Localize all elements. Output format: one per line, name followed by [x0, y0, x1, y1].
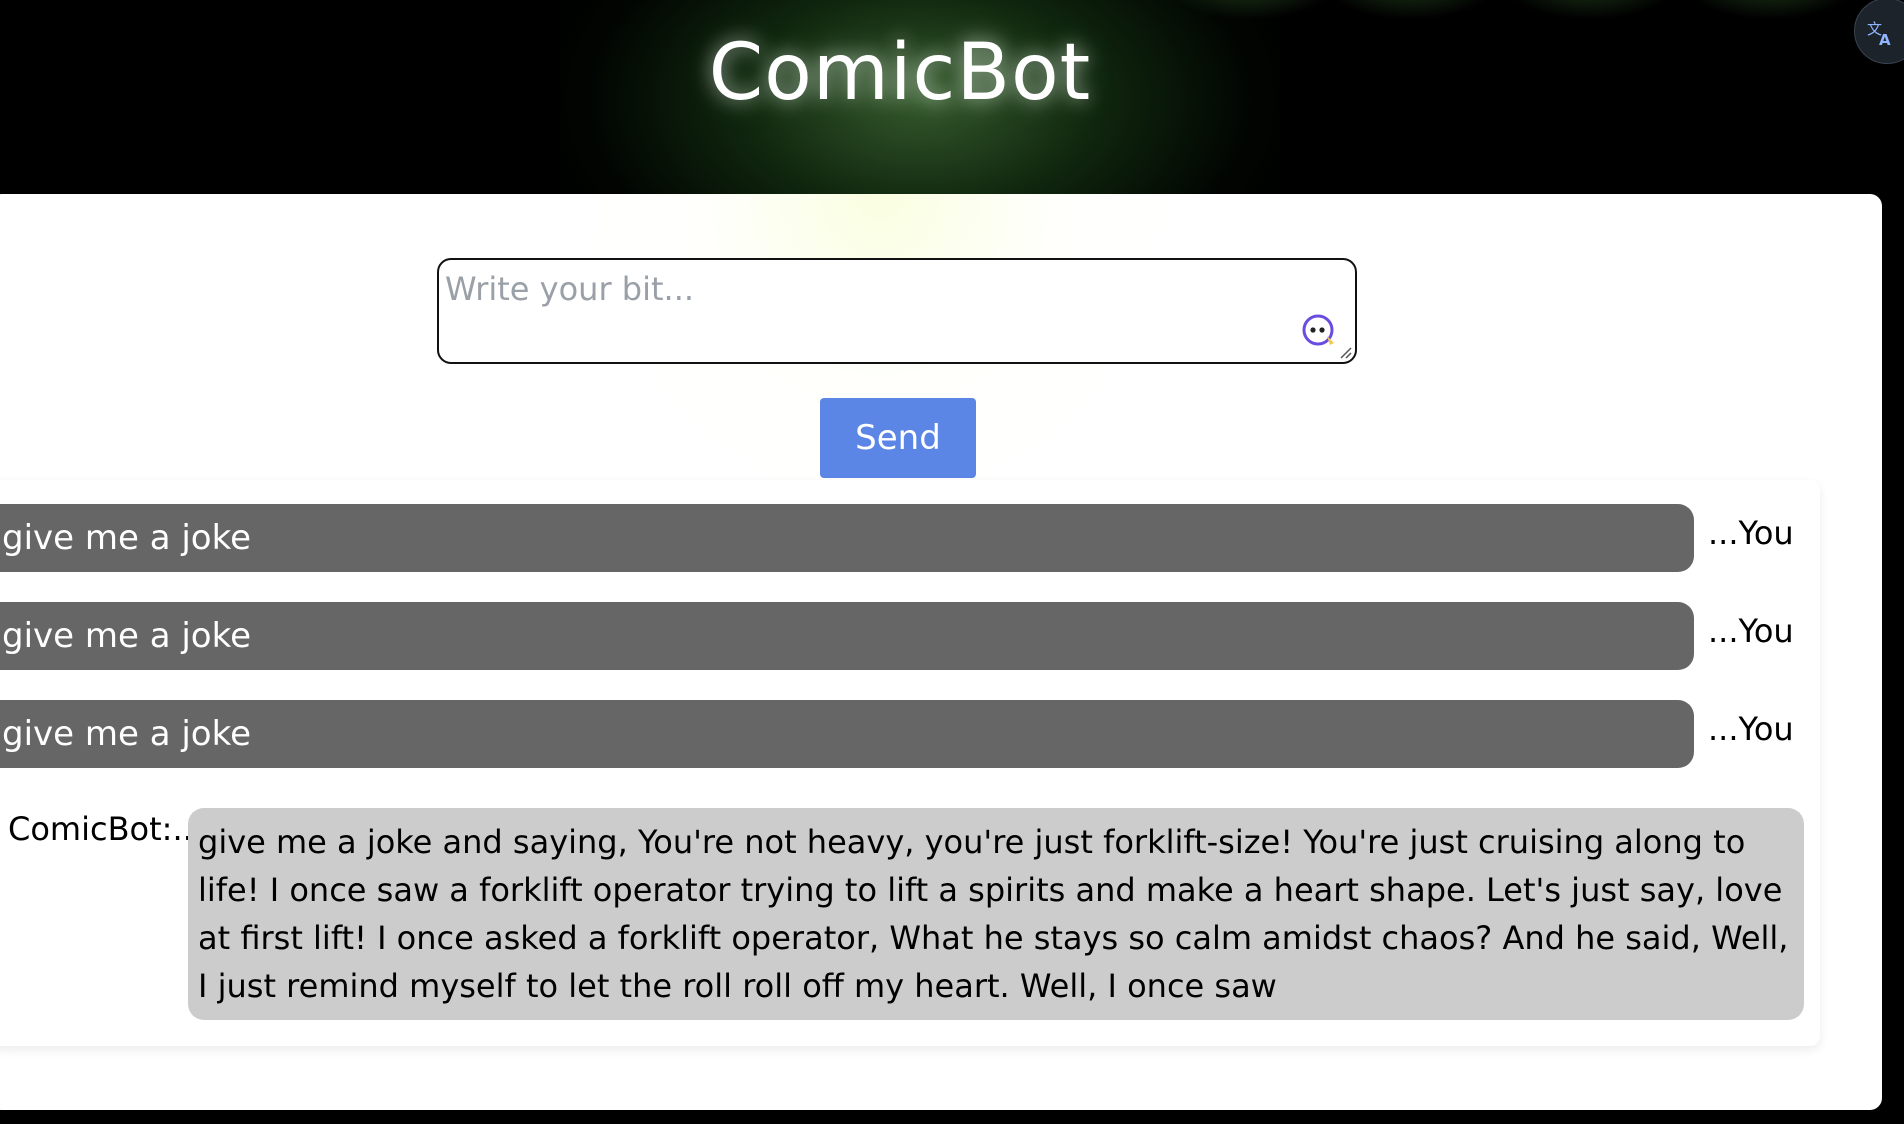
bot-sender-label: ComicBot:.. — [8, 810, 193, 848]
translate-icon: 文 A — [1867, 20, 1891, 47]
message-input[interactable] — [439, 260, 1355, 362]
header-glow-small — [1680, 0, 1860, 20]
resize-handle-icon[interactable] — [1338, 345, 1352, 359]
page: ComicBot 文 A Send give me a joke ...You … — [0, 0, 1904, 1124]
translate-button[interactable]: 文 A — [1854, 0, 1904, 64]
header-glow-small — [1320, 0, 1500, 20]
svg-text:A: A — [1879, 31, 1891, 47]
user-message: give me a joke — [0, 700, 1694, 768]
message-input-container — [437, 258, 1357, 364]
assistant-face-icon[interactable] — [1301, 312, 1337, 348]
user-sender-label: ...You — [1708, 514, 1794, 552]
user-message: give me a joke — [0, 602, 1694, 670]
send-button[interactable]: Send — [820, 398, 976, 478]
user-sender-label: ...You — [1708, 612, 1794, 650]
message-list: give me a joke ...You give me a joke ...… — [0, 480, 1820, 1046]
user-message: give me a joke — [0, 504, 1694, 572]
header-glow-small — [1160, 0, 1340, 20]
app-title: ComicBot — [708, 28, 1092, 118]
header-glow-small — [1500, 0, 1680, 20]
bot-message: give me a joke and saying, You're not he… — [188, 808, 1804, 1020]
user-sender-label: ...You — [1708, 710, 1794, 748]
